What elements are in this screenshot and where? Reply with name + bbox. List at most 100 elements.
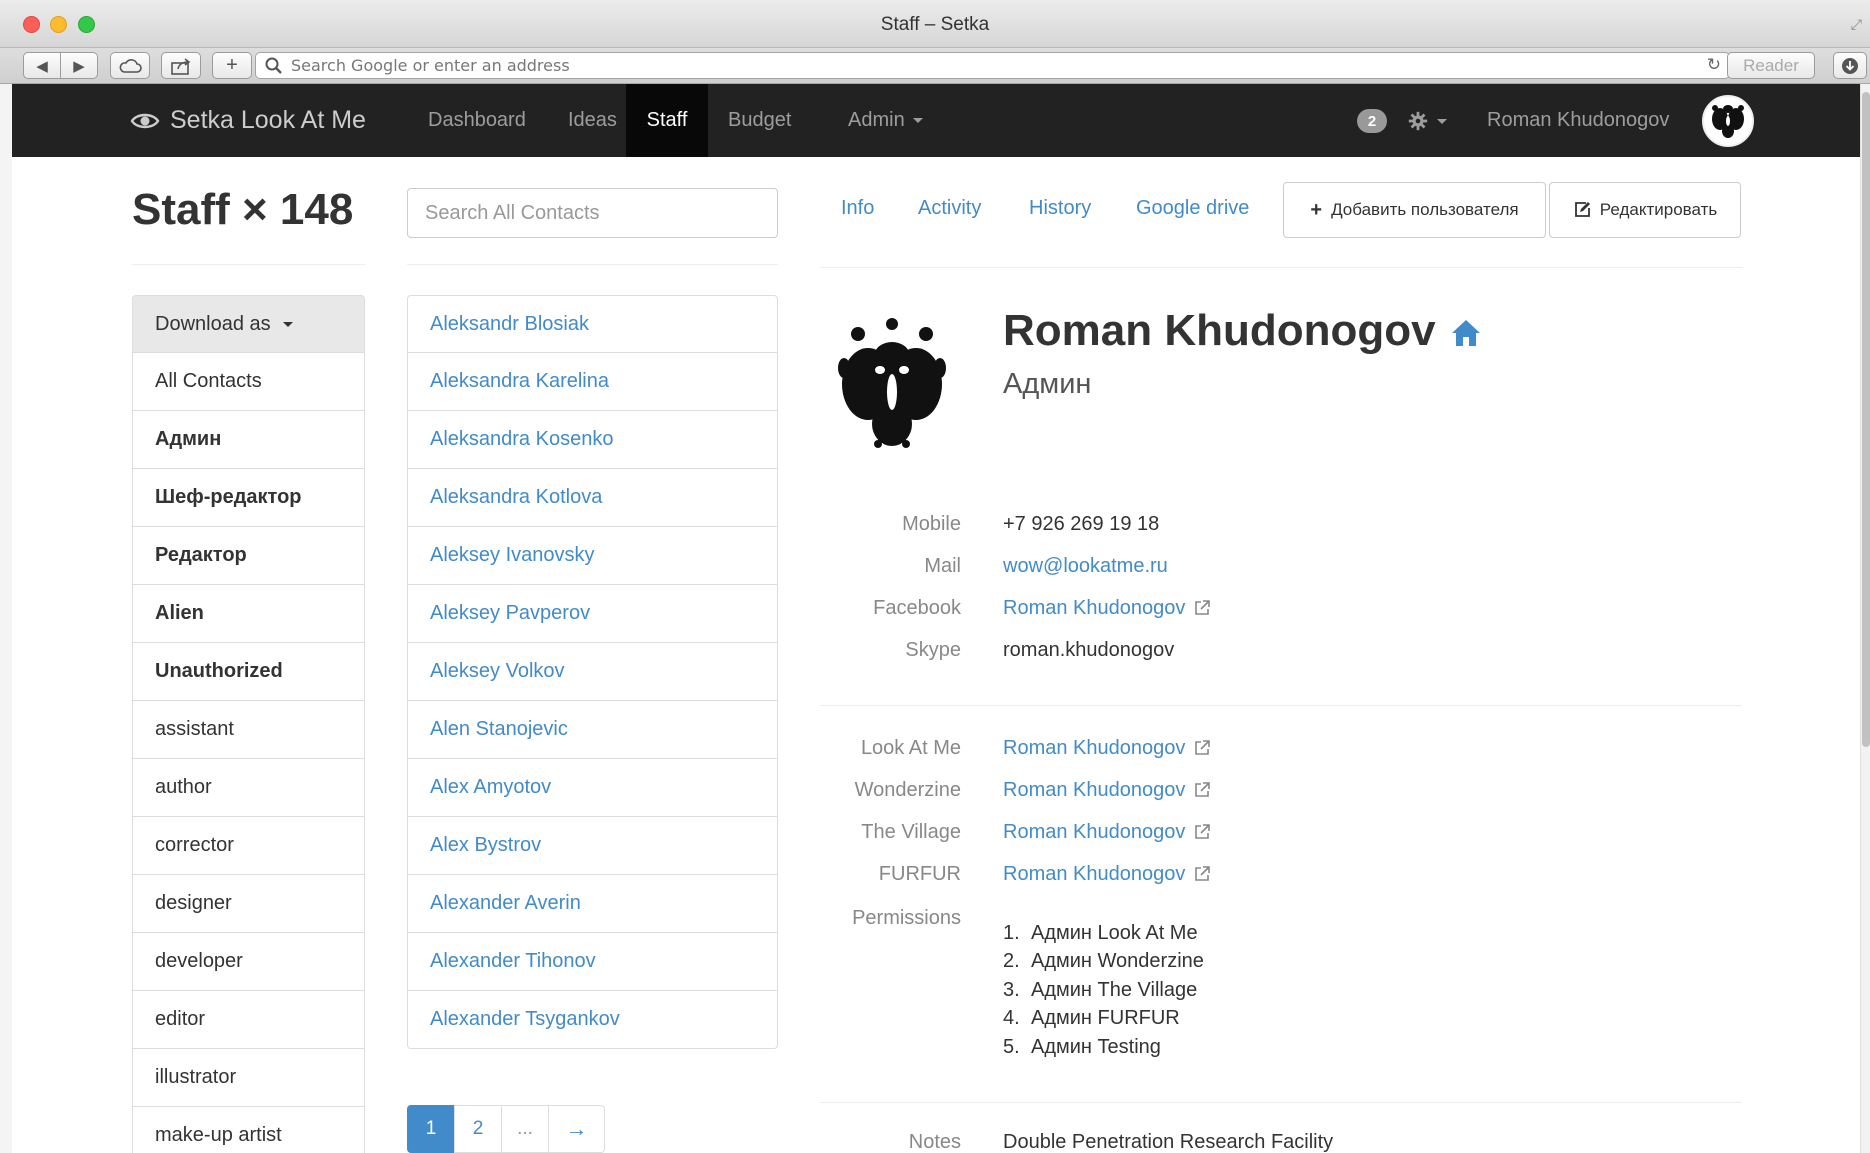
- cloud-icon: [119, 58, 142, 73]
- nav-ideas[interactable]: Ideas: [548, 84, 637, 157]
- download-icon: [1842, 57, 1858, 74]
- back-button[interactable]: ◀: [23, 52, 61, 79]
- mail-link[interactable]: wow@lookatme.ru: [1003, 555, 1168, 578]
- permission-item: 2. Админ Wonderzine: [1003, 950, 1204, 973]
- new-tab-button[interactable]: +: [212, 52, 252, 79]
- skype-value: roman.khudonogov: [1003, 638, 1175, 661]
- external-link-icon: [1195, 866, 1211, 881]
- settings-dropdown[interactable]: [1407, 106, 1447, 136]
- reload-icon[interactable]: ↻: [1707, 55, 1721, 75]
- share-icon: [171, 57, 191, 75]
- contact-list-item[interactable]: Alen Stanojevic: [407, 701, 778, 759]
- role-item-unauthorized[interactable]: Unauthorized: [132, 643, 365, 701]
- nav-dashboard[interactable]: Dashboard: [408, 84, 546, 157]
- download-as-dropdown[interactable]: Download as: [132, 295, 365, 353]
- contacts-search-input[interactable]: [407, 188, 778, 238]
- nav-admin-dropdown[interactable]: Admin: [828, 84, 943, 157]
- forward-button[interactable]: ▶: [60, 52, 98, 79]
- wonderzine-profile-link[interactable]: Roman Khudonogov: [1003, 779, 1211, 802]
- page-title: Staff × 148: [132, 185, 354, 234]
- plus-icon: +: [226, 54, 238, 76]
- edit-button[interactable]: Редактировать: [1549, 182, 1741, 238]
- detail-label: Notes: [908, 1130, 961, 1153]
- role-item-make-up-artist[interactable]: make-up artist: [132, 1107, 365, 1153]
- profile-name: Roman Khudonogov: [1003, 306, 1482, 356]
- forward-arrow-icon: ▶: [73, 57, 85, 75]
- share-button[interactable]: [161, 52, 201, 79]
- role-item-chief-editor[interactable]: Шеф-редактор: [132, 469, 365, 527]
- furfur-profile-link[interactable]: Roman Khudonogov: [1003, 863, 1211, 886]
- contact-list-item[interactable]: Aleksandra Kotlova: [407, 469, 778, 527]
- tab-history[interactable]: History: [1029, 197, 1091, 220]
- divider: [820, 1102, 1742, 1103]
- downloads-button[interactable]: [1833, 52, 1867, 79]
- contact-list-item[interactable]: Aleksey Ivanovsky: [407, 527, 778, 585]
- role-filter-list: Download as All Contacts Админ Шеф-редак…: [132, 295, 365, 1153]
- detail-row-skype: Skype roman.khudonogov: [820, 629, 1742, 671]
- role-item-admin[interactable]: Админ: [132, 411, 365, 469]
- page-2-button[interactable]: 2: [454, 1105, 502, 1153]
- the-village-profile-link[interactable]: Roman Khudonogov: [1003, 821, 1211, 844]
- address-bar[interactable]: Search Google or enter an address ↻: [255, 52, 1730, 79]
- role-item-illustrator[interactable]: illustrator: [132, 1049, 365, 1107]
- edit-icon: [1574, 202, 1590, 217]
- role-item-all-contacts[interactable]: All Contacts: [132, 353, 365, 411]
- contact-list-item[interactable]: Alexander Tihonov: [407, 933, 778, 991]
- tab-activity[interactable]: Activity: [918, 197, 981, 220]
- nav-staff[interactable]: Staff: [626, 84, 708, 157]
- detail-label: Wonderzine: [854, 778, 961, 801]
- role-item-developer[interactable]: developer: [132, 933, 365, 991]
- permission-item: 5. Админ Testing: [1003, 1035, 1161, 1058]
- nav-user-name[interactable]: Roman Khudonogov: [1487, 84, 1669, 157]
- role-item-corrector[interactable]: corrector: [132, 817, 365, 875]
- external-link-icon: [1195, 782, 1211, 797]
- download-as-label: Download as: [155, 312, 271, 335]
- contact-list-item[interactable]: Alex Amyotov: [407, 759, 778, 817]
- contact-list-item[interactable]: Aleksey Volkov: [407, 643, 778, 701]
- role-item-designer[interactable]: designer: [132, 875, 365, 933]
- add-user-button[interactable]: + Добавить пользователя: [1283, 182, 1546, 238]
- detail-row-furfur: FURFUR Roman Khudonogov: [820, 853, 1742, 895]
- page-ellipsis: ...: [501, 1105, 549, 1153]
- detail-label: The Village: [861, 820, 961, 843]
- contact-list-item[interactable]: Alexander Tsygankov: [407, 991, 778, 1049]
- edit-label: Редактировать: [1599, 200, 1718, 219]
- page-scrollbar[interactable]: [1860, 84, 1870, 1153]
- contact-list-item[interactable]: Alexander Averin: [407, 875, 778, 933]
- contact-list-item[interactable]: Alex Bystrov: [407, 817, 778, 875]
- inkblot-avatar-icon: [1712, 105, 1744, 138]
- notes-value: Double Penetration Research Facility: [1003, 1130, 1334, 1153]
- role-item-editor[interactable]: editor: [132, 991, 365, 1049]
- contact-list-item[interactable]: Aleksey Pavperov: [407, 585, 778, 643]
- scrollbar-thumb[interactable]: [1862, 92, 1870, 747]
- facebook-link[interactable]: Roman Khudonogov: [1003, 597, 1211, 620]
- reader-button[interactable]: Reader: [1727, 52, 1815, 79]
- mobile-value: +7 926 269 19 18: [1003, 512, 1160, 535]
- brand-link[interactable]: Setka Look At Me: [130, 84, 366, 157]
- tab-info[interactable]: Info: [841, 197, 874, 220]
- nav-budget[interactable]: Budget: [708, 84, 811, 157]
- contact-list-item[interactable]: Aleksandr Blosiak: [407, 295, 778, 353]
- page-1-button[interactable]: 1: [407, 1105, 455, 1153]
- avatar[interactable]: [1702, 95, 1754, 147]
- divider: [407, 264, 778, 265]
- permission-item: 4. Админ FURFUR: [1003, 1007, 1180, 1030]
- divider: [820, 267, 1742, 268]
- fullscreen-icon[interactable]: ⤢: [1851, 16, 1862, 33]
- lookatme-profile-link[interactable]: Roman Khudonogov: [1003, 737, 1211, 760]
- plus-icon: +: [1310, 198, 1323, 221]
- tab-google-drive[interactable]: Google drive: [1136, 197, 1249, 220]
- add-user-label: Добавить пользователя: [1331, 200, 1519, 219]
- icloud-tabs-button[interactable]: [110, 52, 150, 79]
- detail-row-permissions: Permissions: [820, 897, 1742, 939]
- next-page-button[interactable]: →: [548, 1105, 605, 1153]
- contact-list-item[interactable]: Aleksandra Kosenko: [407, 411, 778, 469]
- role-item-author[interactable]: author: [132, 759, 365, 817]
- role-item-assistant[interactable]: assistant: [132, 701, 365, 759]
- contact-list-item[interactable]: Aleksandra Karelina: [407, 353, 778, 411]
- role-item-editor-ru[interactable]: Редактор: [132, 527, 365, 585]
- notification-badge[interactable]: 2: [1357, 109, 1387, 133]
- profile-role: Админ: [1003, 368, 1092, 400]
- role-item-alien[interactable]: Alien: [132, 585, 365, 643]
- external-link-icon: [1195, 824, 1211, 839]
